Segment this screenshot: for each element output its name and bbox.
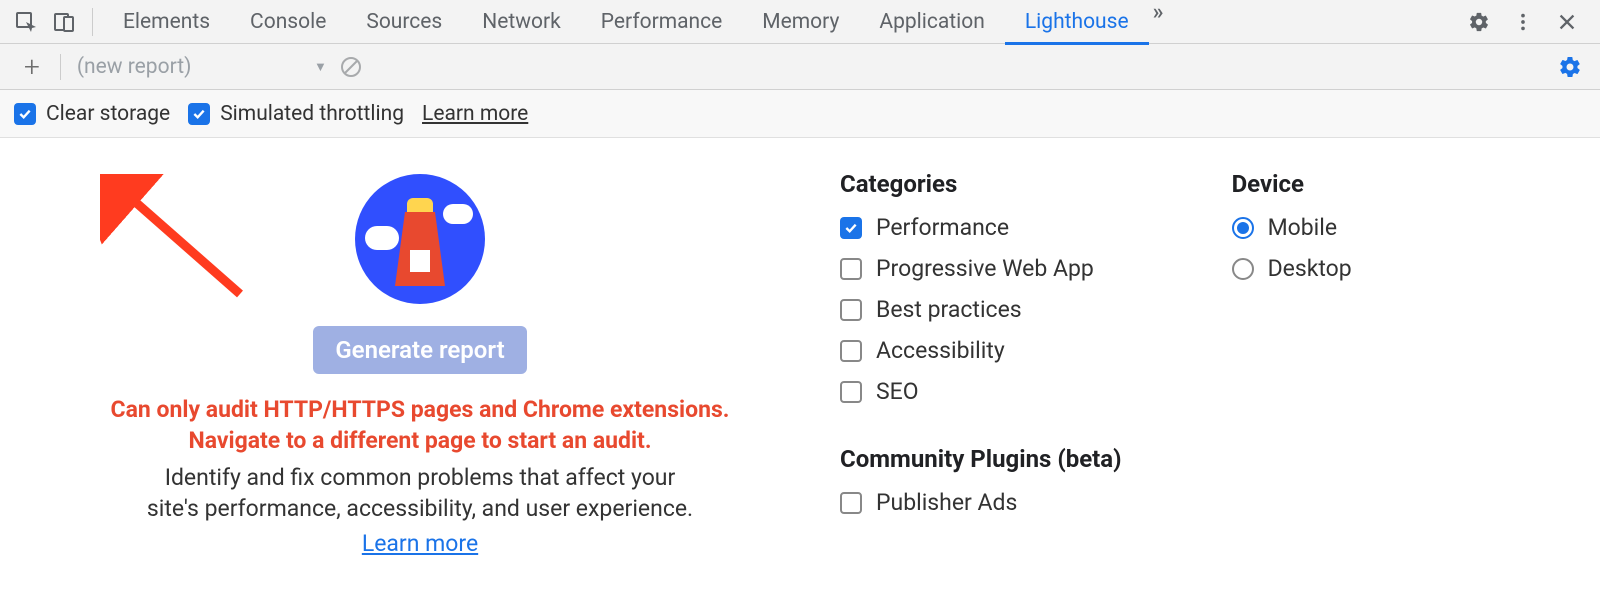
checkbox-empty-icon [840,340,862,362]
tab-elements[interactable]: Elements [103,0,230,44]
clear-storage-label: Clear storage [46,102,170,126]
category-label: Progressive Web App [876,255,1094,282]
devtools-actions-group [1450,11,1596,33]
checkbox-empty-icon [840,381,862,403]
tab-strip: Elements Console Sources Network Perform… [103,0,1450,44]
clear-storage-checkbox[interactable]: Clear storage [14,102,170,126]
plugin-label: Publisher Ads [876,489,1017,516]
category-accessibility[interactable]: Accessibility [840,337,1122,364]
lighthouse-options-row: Clear storage Simulated throttling Learn… [0,90,1600,138]
simulated-throttling-label: Simulated throttling [220,102,404,126]
checkbox-empty-icon [840,492,862,514]
tab-label: Memory [762,10,839,34]
category-label: Accessibility [876,337,1005,364]
right-pane: Categories Performance Progressive Web A… [840,164,1352,557]
tab-label: Lighthouse [1025,10,1129,34]
radio-empty-icon [1232,258,1254,280]
device-toggle-icon[interactable] [52,10,76,34]
device-label: Mobile [1268,214,1338,241]
lighthouse-learn-more-link[interactable]: Learn more [362,530,478,557]
tab-network[interactable]: Network [462,0,581,44]
checkbox-empty-icon [840,299,862,321]
device-desktop[interactable]: Desktop [1232,255,1352,282]
annotation-arrow-icon [100,174,260,314]
checkbox-checked-icon [840,217,862,239]
category-performance[interactable]: Performance [840,214,1122,241]
plugin-publisher-ads[interactable]: Publisher Ads [840,489,1122,516]
category-label: SEO [876,378,919,405]
simulated-throttling-checkbox[interactable]: Simulated throttling [188,102,404,126]
inspect-tools-group [4,8,93,36]
inspect-element-icon[interactable] [14,10,38,34]
category-label: Performance [876,214,1009,241]
device-label: Desktop [1268,255,1352,282]
tab-performance[interactable]: Performance [581,0,742,44]
device-column: Device Mobile Desktop [1232,170,1352,557]
warning-text: Can only audit HTTP/HTTPS pages and Chro… [111,394,730,456]
lighthouse-main: Generate report Can only audit HTTP/HTTP… [0,138,1600,557]
settings-gear-icon[interactable] [1468,11,1490,33]
throttling-learn-more-link[interactable]: Learn more [422,102,528,126]
device-mobile[interactable]: Mobile [1232,214,1352,241]
tab-label: Console [250,10,326,34]
tab-label: Network [482,10,561,34]
checkbox-checked-icon [14,103,36,125]
lighthouse-logo-icon [355,174,485,304]
category-label: Best practices [876,296,1022,323]
report-dropdown[interactable]: (new report) ▼ [67,55,327,79]
tab-console[interactable]: Console [230,0,346,44]
description-text: Identify and fix common problems that af… [147,462,693,524]
categories-column: Categories Performance Progressive Web A… [840,170,1122,557]
left-pane: Generate report Can only audit HTTP/HTTP… [0,164,840,557]
tab-label: Performance [601,10,722,34]
clear-all-icon[interactable] [339,55,363,79]
tab-label: Sources [366,10,442,34]
report-dropdown-label: (new report) [77,55,192,79]
community-plugins-heading: Community Plugins (beta) [840,445,1122,473]
category-progressive-web-app[interactable]: Progressive Web App [840,255,1122,282]
separator [60,54,61,80]
tab-label: Application [879,10,984,34]
kebab-menu-icon[interactable] [1512,11,1534,33]
more-tabs-icon[interactable]: » [1149,0,1178,44]
tab-label: Elements [123,10,210,34]
tab-application[interactable]: Application [859,0,1004,44]
radio-selected-icon [1232,217,1254,239]
category-seo[interactable]: SEO [840,378,1122,405]
tab-sources[interactable]: Sources [346,0,462,44]
device-heading: Device [1232,170,1352,198]
categories-heading: Categories [840,170,1122,198]
sub-toolbar-right [1558,55,1590,79]
lighthouse-settings-gear-icon[interactable] [1558,55,1582,79]
tab-memory[interactable]: Memory [742,0,859,44]
generate-report-button[interactable]: Generate report [313,326,526,374]
category-best-practices[interactable]: Best practices [840,296,1122,323]
checkbox-checked-icon [188,103,210,125]
dropdown-arrow-icon: ▼ [314,59,327,75]
lighthouse-sub-toolbar: + (new report) ▼ [0,44,1600,90]
checkbox-empty-icon [840,258,862,280]
new-report-icon[interactable]: + [10,50,54,83]
close-devtools-icon[interactable] [1556,11,1578,33]
tab-lighthouse[interactable]: Lighthouse [1005,0,1149,44]
devtools-tabs-bar: Elements Console Sources Network Perform… [0,0,1600,44]
